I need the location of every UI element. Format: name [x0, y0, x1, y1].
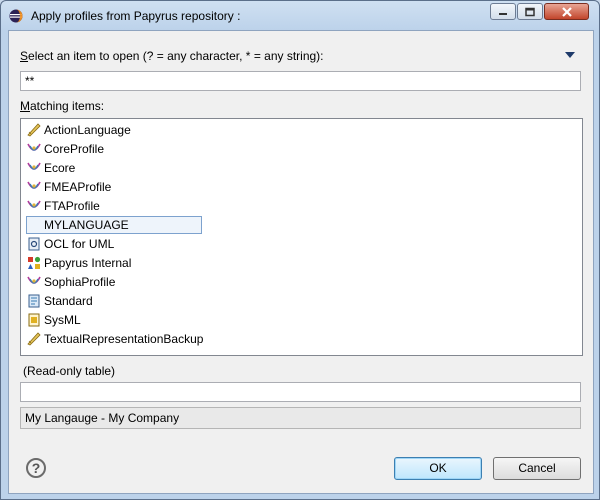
readonly-table-label: (Read-only table)	[23, 364, 116, 378]
eclipse-icon	[9, 9, 23, 23]
profile-icon	[27, 275, 41, 289]
cancel-button[interactable]: Cancel	[493, 457, 581, 480]
profile-icon	[27, 180, 41, 194]
close-icon	[561, 6, 572, 17]
list-item[interactable]: SysML	[27, 311, 81, 329]
list-item[interactable]: ActionLanguage	[27, 121, 131, 139]
close-button[interactable]	[544, 3, 589, 20]
matching-items-list[interactable]: ActionLanguage CoreProfile Ecore FMEAPro…	[20, 118, 583, 356]
profile-icon	[27, 142, 41, 156]
standard-icon	[27, 294, 41, 308]
maximize-icon	[525, 7, 535, 16]
list-item[interactable]: FMEAProfile	[27, 178, 111, 196]
readonly-table-field[interactable]	[20, 382, 581, 402]
ok-button[interactable]: OK	[394, 457, 482, 480]
window-title: Apply profiles from Papyrus repository :	[31, 9, 241, 23]
pencil-diamond-icon	[27, 332, 41, 346]
pencil-diamond-icon	[27, 123, 41, 137]
list-item[interactable]: Standard	[27, 292, 93, 310]
dialog-window: Apply profiles from Papyrus repository :…	[0, 0, 600, 500]
sysml-icon	[27, 313, 41, 327]
list-item[interactable]: SophiaProfile	[27, 273, 115, 291]
minimize-button[interactable]	[490, 3, 516, 20]
list-item[interactable]: CoreProfile	[27, 140, 104, 158]
list-item[interactable]: TextualRepresentationBackup	[27, 330, 203, 348]
list-item-selected[interactable]: MYLANGUAGE	[26, 216, 202, 234]
list-item[interactable]: FTAProfile	[27, 197, 100, 215]
shapes-icon	[27, 256, 41, 270]
maximize-button[interactable]	[517, 3, 543, 20]
matching-items-label: Matching items:	[20, 99, 105, 113]
profile-icon	[27, 199, 41, 213]
minimize-icon	[499, 12, 507, 15]
view-menu-icon[interactable]	[565, 52, 575, 58]
status-bar: My Langauge - My Company	[20, 407, 581, 429]
list-item[interactable]: OCL for UML	[27, 235, 114, 253]
dialog-body: Select an item to open (? = any characte…	[8, 30, 594, 494]
filter-input[interactable]: **	[20, 71, 581, 91]
document-icon	[27, 237, 41, 251]
title-bar[interactable]: Apply profiles from Papyrus repository :	[1, 1, 599, 31]
list-item[interactable]: Papyrus Internal	[27, 254, 131, 272]
profile-icon	[27, 161, 41, 175]
help-icon[interactable]: ?	[26, 458, 46, 478]
filter-label: Select an item to open (? = any characte…	[20, 49, 324, 63]
list-item[interactable]: Ecore	[27, 159, 75, 177]
